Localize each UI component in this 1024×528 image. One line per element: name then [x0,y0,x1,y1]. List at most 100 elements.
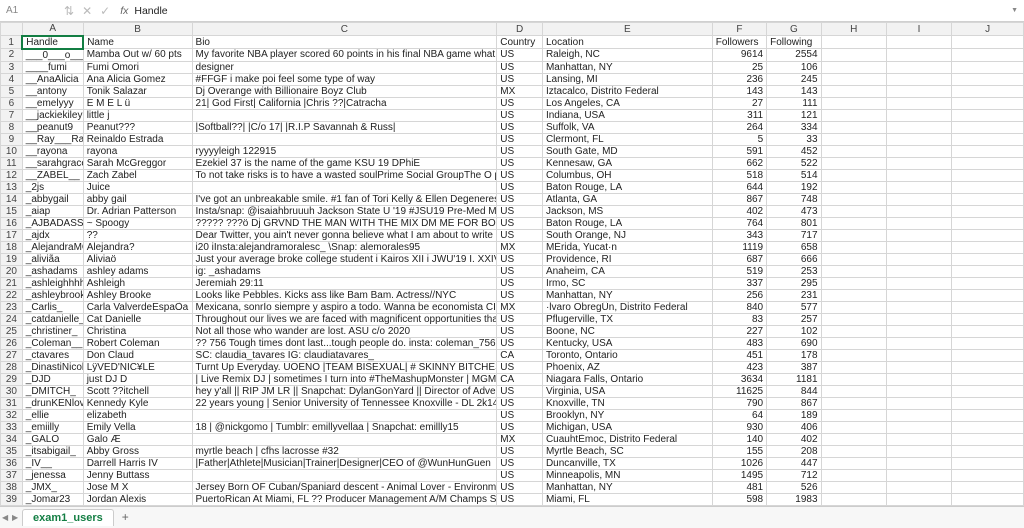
cell[interactable]: US [497,481,543,493]
cell[interactable]: Ezekiel 37 is the name of the game KSU 1… [192,157,497,169]
cell[interactable]: 140 [712,433,766,445]
row-header[interactable]: 33 [1,421,23,433]
cell[interactable]: US [497,205,543,217]
row-header[interactable]: 12 [1,169,23,181]
cell[interactable]: 208 [767,445,821,457]
cell[interactable] [821,349,886,361]
cell[interactable]: Brooklyn, NY [542,409,712,421]
cell[interactable]: E M E L ü [83,97,192,109]
cell[interactable]: 1495 [712,469,766,481]
cell[interactable] [886,289,951,301]
cell[interactable] [952,253,1024,265]
cell[interactable]: 27 [712,97,766,109]
cell[interactable]: US [497,409,543,421]
cell[interactable]: US [497,73,543,85]
cell[interactable]: Michigan, USA [542,421,712,433]
row-header[interactable]: 7 [1,109,23,121]
cell[interactable]: |Softball??| |C/o 17| |R.I.P Savannah & … [192,121,497,133]
cell[interactable]: Throughout our lives we are faced with m… [192,313,497,325]
cell[interactable]: Los Angeles, CA [542,97,712,109]
cell[interactable]: 526 [767,481,821,493]
cell[interactable]: Darrell Harris IV [83,457,192,469]
cell[interactable]: 143 [712,85,766,97]
row-header[interactable]: 1 [1,36,23,49]
cell[interactable] [192,469,497,481]
cell[interactable]: _2js [22,181,83,193]
cell[interactable]: Bio [192,36,497,49]
cell[interactable]: 121 [767,109,821,121]
cell[interactable]: 423 [712,361,766,373]
cell[interactable]: Raleigh, NC [542,49,712,62]
row-header[interactable]: 6 [1,97,23,109]
cell[interactable] [192,133,497,145]
cell[interactable]: #FFGF i make poi feel some type of way [192,73,497,85]
cell[interactable]: US [497,181,543,193]
cell[interactable] [952,205,1024,217]
cell[interactable]: Peanut??? [83,121,192,133]
cell[interactable]: Indiana, USA [542,109,712,121]
column-header[interactable]: A [22,23,83,36]
cell[interactable] [952,121,1024,133]
cell[interactable]: Robert Coleman [83,337,192,349]
cell[interactable]: 227 [712,325,766,337]
cell[interactable]: 311 [712,109,766,121]
cell[interactable]: ?? [83,229,192,241]
cell[interactable]: 295 [767,277,821,289]
row-header[interactable]: 13 [1,181,23,193]
cell[interactable]: 483 [712,337,766,349]
cell[interactable]: 337 [712,277,766,289]
cell[interactable]: Baton Rouge, LA [542,181,712,193]
cell[interactable]: 577 [767,301,821,313]
cell[interactable]: Galo Æ [83,433,192,445]
column-header[interactable]: B [83,23,192,36]
cell[interactable] [821,109,886,121]
cell[interactable]: _ellie [22,409,83,421]
cell[interactable] [886,36,951,49]
cell[interactable]: Jeremiah 29:11 [192,277,497,289]
cell[interactable]: Columbus, OH [542,169,712,181]
cell[interactable] [952,325,1024,337]
cell[interactable]: _aiap [22,205,83,217]
cell[interactable] [952,457,1024,469]
cell[interactable] [821,481,886,493]
cell[interactable]: Dj Overange with Billionaire Boyz Club [192,85,497,97]
cell[interactable]: 2554 [767,49,821,62]
cell[interactable] [821,169,886,181]
cell[interactable] [886,61,951,73]
cell[interactable] [821,433,886,445]
cell[interactable]: Abby Gross [83,445,192,457]
cell[interactable]: Jackson, MS [542,205,712,217]
cell-reference[interactable]: A1 [0,2,60,19]
cell[interactable]: 519 [712,265,766,277]
cell[interactable]: 9614 [712,49,766,62]
cell[interactable]: 178 [767,349,821,361]
row-header[interactable]: 38 [1,481,23,493]
row-header[interactable]: 37 [1,469,23,481]
column-header[interactable]: I [886,23,951,36]
cell[interactable]: Juice [83,181,192,193]
cell[interactable] [886,157,951,169]
cell[interactable] [821,61,886,73]
row-header[interactable]: 27 [1,349,23,361]
cell[interactable]: __antony [22,85,83,97]
cell[interactable] [821,49,886,62]
cell[interactable] [821,145,886,157]
cell[interactable] [952,85,1024,97]
cell[interactable]: 748 [767,193,821,205]
cell[interactable]: 514 [767,169,821,181]
cell[interactable]: Pflugerville, TX [542,313,712,325]
cell[interactable] [952,61,1024,73]
cell[interactable]: abby gail [83,193,192,205]
cell[interactable]: ?? 756 Tough times dont last...tough peo… [192,337,497,349]
cell[interactable] [952,337,1024,349]
cell[interactable]: Just your average broke college student … [192,253,497,265]
cell[interactable]: _ctavares [22,349,83,361]
column-header[interactable]: H [821,23,886,36]
cell[interactable] [192,409,497,421]
cell[interactable] [952,433,1024,445]
cell[interactable]: 3634 [712,373,766,385]
cell[interactable]: Jersey Born OF Cuban/Spaniard descent - … [192,481,497,493]
cell[interactable]: _JMX_ [22,481,83,493]
cell[interactable]: just DJ D [83,373,192,385]
cell[interactable]: MX [497,241,543,253]
